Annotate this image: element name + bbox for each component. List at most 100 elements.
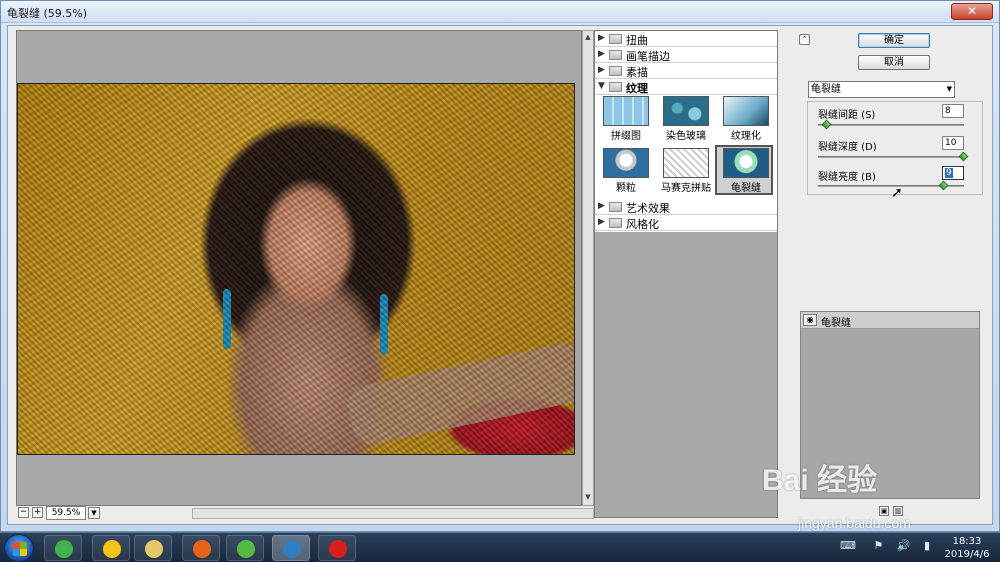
firefox-icon [193,540,211,558]
category-label: 艺术效果 [626,202,670,215]
windows-logo-icon [13,542,27,556]
window-title: 龟裂缝 (59.5%) [7,7,88,20]
folder-icon [609,34,622,44]
title-bar[interactable]: 龟裂缝 (59.5%) ✕ [1,1,999,23]
flag-icon[interactable]: ⚑ [873,539,883,552]
filter-list: ▶ 扭曲 ▶ 画笔描边 ▶ 素描 ▼ 纹理 拼缀图 染色玻璃 纹理化 颗粒 马赛… [595,31,777,232]
thumb-mosaic-tiles[interactable]: 马赛克拼贴 [657,147,715,197]
qq-icon [103,540,121,558]
baidu-watermark: Bai 经验 jingyan.baidu.com [762,455,962,535]
expand-arrow-icon: ▶ [598,49,605,59]
ok-button[interactable]: 确定 [858,33,930,48]
system-tray[interactable]: ⌨ ⚑ 🔊 ▮ [840,539,940,557]
folder-open-icon [609,82,622,92]
file-explorer-icon [145,540,163,558]
zoom-level-field[interactable]: 59.5% [46,506,86,520]
category-stylize[interactable]: ▶ 风格化 [595,215,777,231]
taskbar-app-qq[interactable] [92,535,130,561]
preview-image [17,83,575,455]
category-label: 纹理 [626,82,648,95]
effect-layer-label: 龟裂缝 [821,318,851,329]
param-depth-input[interactable]: 10 [942,136,964,150]
taskbar-app-media-player[interactable] [226,535,264,561]
scroll-down-icon[interactable]: ▼ [584,493,592,503]
param-spacing-input[interactable]: 8 [942,104,964,118]
scroll-up-icon[interactable]: ▲ [584,33,592,43]
thumb-caption: 龟裂缝 [731,183,761,194]
folder-icon [609,218,622,228]
craquelure-texture [18,84,574,454]
chevron-down-icon: ▼ [946,85,952,93]
taskbar-app-360[interactable] [44,535,82,561]
eye-icon[interactable]: ◉ [803,314,817,326]
taskbar: ⌨ ⚑ 🔊 ▮ 18:33 2019/4/6 [0,532,1000,562]
preview-vertical-scrollbar[interactable]: ▲ ▼ [582,30,594,506]
expand-arrow-icon: ▶ [598,33,605,43]
taskbar-app-firefox[interactable] [182,535,220,561]
category-distort[interactable]: ▶ 扭曲 [595,31,777,47]
texturizer-thumbnail [723,96,769,126]
taskbar-app-record[interactable] [318,535,356,561]
clock[interactable]: 18:33 2019/4/6 [942,535,992,561]
filter-select[interactable]: 龟裂缝 ▼ [808,81,955,98]
start-button[interactable] [4,534,34,562]
keyboard-icon[interactable]: ⌨ [840,539,856,552]
thumb-patchwork[interactable]: 拼缀图 [597,95,655,145]
zoom-dropdown-icon[interactable]: ▼ [88,507,100,519]
patchwork-thumbnail [603,96,649,126]
category-label: 素描 [626,66,648,79]
param-label-brightness: 裂缝亮度 (B) [818,172,876,183]
thumb-caption: 染色玻璃 [666,131,706,142]
thumb-stained-glass[interactable]: 染色玻璃 [657,95,715,145]
folder-icon [609,202,622,212]
stained-glass-thumbnail [663,96,709,126]
folder-icon [609,66,622,76]
thumb-caption: 颗粒 [616,183,636,194]
effect-layer-row[interactable]: ◉ 龟裂缝 [801,312,979,329]
zoom-in-button[interactable]: + [32,507,43,518]
mouse-cursor-icon: ➚ [891,185,903,201]
category-label: 风格化 [626,218,659,231]
thumb-grain[interactable]: 颗粒 [597,147,655,197]
param-slider-knob[interactable] [958,151,969,162]
volume-icon[interactable]: 🔊 [897,539,911,552]
preview-pane[interactable] [16,30,582,506]
param-spacing-slider[interactable] [818,124,964,126]
cancel-button[interactable]: 取消 [858,55,930,70]
watermark-url: jingyan.baidu.com [798,515,911,531]
taskbar-app-photoshop[interactable] [272,535,310,561]
thumb-caption: 马赛克拼贴 [661,183,711,194]
folder-icon [609,50,622,60]
category-brush-strokes[interactable]: ▶ 画笔描边 [595,47,777,63]
thumb-texturizer[interactable]: 纹理化 [717,95,775,145]
selected-text: 9 [945,168,953,178]
category-sketch[interactable]: ▶ 素描 [595,63,777,79]
preview-status-bar: − + 59.5% ▼ [16,506,594,522]
close-button[interactable]: ✕ [951,3,993,20]
expand-arrow-icon: ▶ [598,201,605,211]
clock-time: 18:33 [952,536,982,547]
param-slider-knob[interactable] [938,180,948,191]
category-artistic[interactable]: ▶ 艺术效果 [595,199,777,215]
thumb-craquelure[interactable]: 龟裂缝 [715,145,773,195]
param-label-depth: 裂缝深度 (D) [818,142,877,153]
param-brightness-input[interactable]: 9 [942,166,964,180]
category-label: 扭曲 [626,34,648,47]
clock-date: 2019/4/6 [944,549,990,560]
param-slider-knob[interactable] [821,119,832,130]
record-icon [329,540,347,558]
preview-horizontal-scrollbar[interactable] [192,508,594,519]
expand-arrow-icon: ▶ [598,65,605,75]
media-player-icon [237,540,255,558]
filter-gallery: ▶ 扭曲 ▶ 画笔描边 ▶ 素描 ▼ 纹理 拼缀图 染色玻璃 纹理化 颗粒 马赛… [594,30,778,518]
360-icon [55,540,73,558]
param-depth-slider[interactable] [818,156,964,158]
thumb-caption: 纹理化 [731,131,761,142]
category-label: 画笔描边 [626,50,670,63]
collapse-arrow-icon: ▼ [598,81,605,91]
zoom-out-button[interactable]: − [18,507,29,518]
category-texture[interactable]: ▼ 纹理 [595,79,777,95]
network-icon[interactable]: ▮ [924,539,930,552]
collapse-gallery-icon[interactable]: ⌃ [799,34,810,45]
taskbar-app-file-explorer[interactable] [134,535,172,561]
